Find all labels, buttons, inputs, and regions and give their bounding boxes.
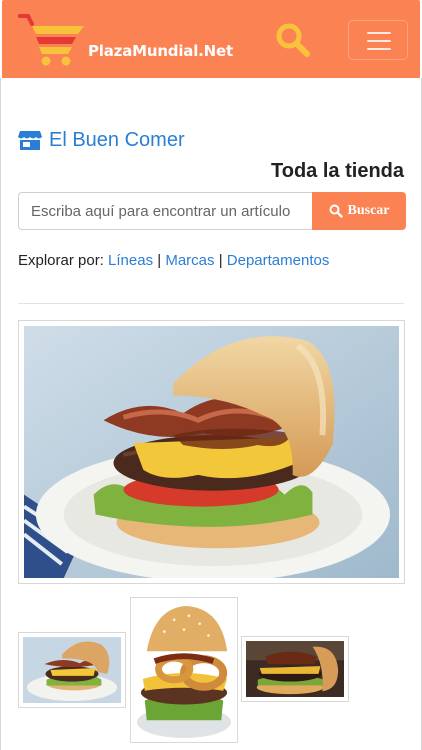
search-submit-button[interactable]: Buscar (312, 192, 406, 230)
burger-bacon-cheese-photo (24, 326, 399, 578)
explore-bar: Explorar por: Líneas | Marcas | Departam… (18, 252, 329, 269)
page-border-left (0, 78, 1, 750)
burger-bacon-cheese-thumb (23, 637, 121, 703)
search-scope-label: Toda la tienda (271, 160, 404, 182)
section-divider (18, 303, 404, 304)
store-icon (18, 131, 42, 150)
explore-link-lineas[interactable]: Líneas (108, 252, 153, 269)
explore-separator: | (218, 252, 223, 269)
site-logo[interactable]: PlazaMundial.Net (18, 12, 233, 68)
explore-link-departamentos[interactable]: Departamentos (227, 252, 330, 269)
explore-link-marcas[interactable]: Marcas (165, 252, 214, 269)
explore-separator: | (157, 252, 162, 269)
top-header: PlazaMundial.Net (2, 0, 420, 78)
search-input[interactable] (18, 192, 312, 230)
store-link[interactable]: El Buen Comer (18, 127, 185, 153)
menu-toggle-button[interactable] (348, 20, 408, 60)
burger-side-view-thumb (246, 641, 344, 697)
product-thumbnail-3[interactable] (241, 636, 349, 702)
logo-text: PlazaMundial.Net (88, 42, 233, 60)
shopping-cart-logo-icon (18, 14, 84, 66)
product-thumbnail-1[interactable] (18, 632, 126, 708)
hamburger-line (367, 40, 391, 42)
explore-prefix: Explorar por: (18, 252, 104, 269)
product-thumbnail-2[interactable] (130, 597, 238, 743)
burger-onion-rings-thumb (135, 602, 233, 738)
hamburger-menu-icon (367, 32, 391, 34)
search-icon (329, 204, 343, 218)
store-name[interactable]: El Buen Comer (49, 129, 185, 152)
main-product-image[interactable] (18, 320, 405, 584)
search-icon (276, 23, 310, 57)
search-button-label: Buscar (347, 203, 390, 218)
hamburger-line (367, 48, 391, 50)
store-search-form: Buscar (18, 192, 406, 230)
header-search-button[interactable] (274, 21, 312, 59)
